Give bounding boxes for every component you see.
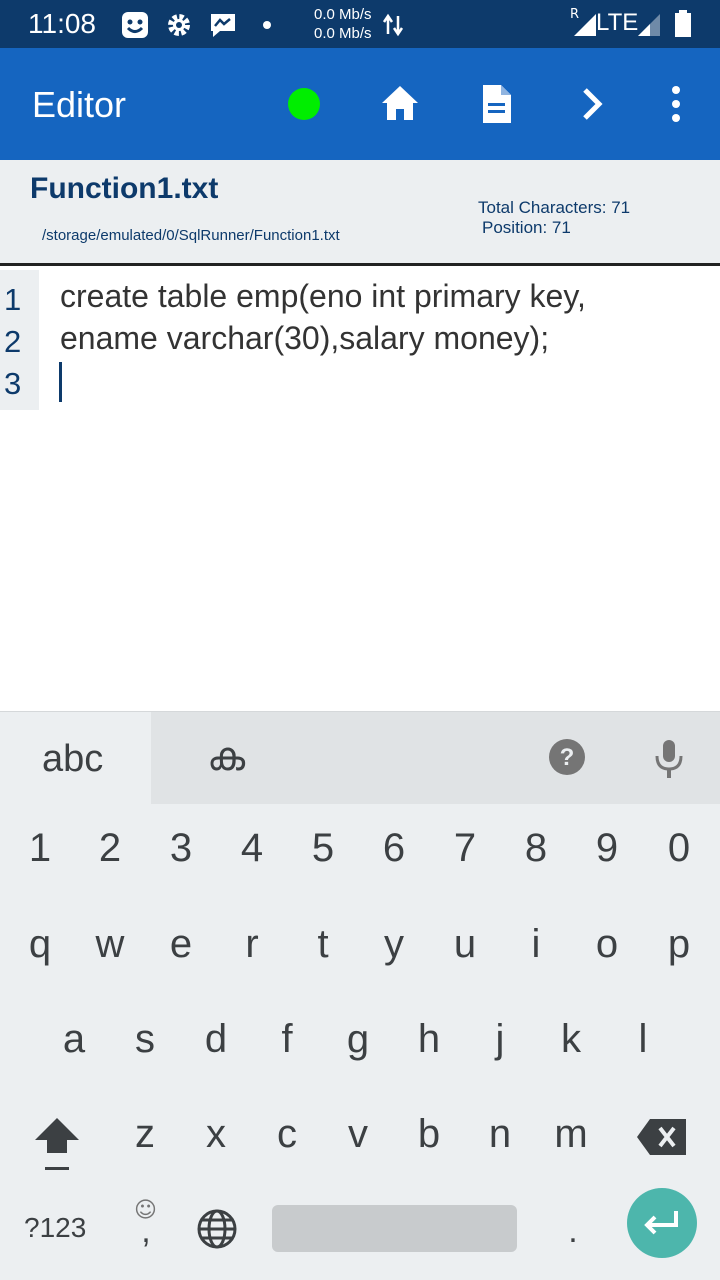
key[interactable]: 4	[222, 826, 282, 871]
key[interactable]: b	[399, 1112, 459, 1157]
connection-status-indicator	[288, 88, 320, 120]
cursor-position: Position: 71	[482, 218, 571, 237]
key[interactable]: p	[649, 922, 709, 967]
app-bar: Editor	[0, 48, 720, 160]
line-number: 3	[4, 366, 22, 401]
total-characters: Total Characters: 71	[478, 198, 631, 217]
file-stats: Total Characters: 71 Position: 71	[478, 198, 630, 238]
file-path: /storage/emulated/0/SqlRunner/Function1.…	[42, 227, 340, 244]
tab-abc-label: abc	[42, 738, 104, 780]
key[interactable]: 7	[435, 826, 495, 871]
face-app-icon	[122, 12, 148, 38]
file-header: Function1.txt /storage/emulated/0/SqlRun…	[0, 160, 720, 266]
key[interactable]: f	[257, 1017, 317, 1062]
key[interactable]: g	[328, 1017, 388, 1062]
microphone-icon[interactable]	[652, 738, 686, 780]
line-number: 1	[4, 282, 22, 317]
key[interactable]: j	[470, 1017, 530, 1062]
code-line[interactable]: ename varchar(30),salary money);	[60, 320, 549, 357]
clock: 11:08	[28, 8, 96, 39]
upload-speed: 0.0 Mb/s	[314, 6, 372, 23]
key[interactable]: y	[364, 922, 424, 967]
key[interactable]: 0	[649, 826, 709, 871]
messenger-icon	[211, 14, 235, 37]
key[interactable]: d	[186, 1017, 246, 1062]
comma-key[interactable]: ,	[116, 1212, 176, 1251]
key[interactable]: 8	[506, 826, 566, 871]
more-vert-icon[interactable]	[654, 82, 698, 126]
enter-icon	[644, 1211, 678, 1235]
battery-icon	[675, 10, 691, 37]
symbols-key[interactable]: ?123	[24, 1212, 86, 1244]
tab-malayalam[interactable]: ക	[207, 734, 245, 780]
status-bar: 11:08 0.0 Mb/s 0.0 Mb/s R LTE	[0, 0, 720, 48]
key[interactable]: v	[328, 1112, 388, 1157]
key[interactable]: 3	[151, 826, 211, 871]
chevron-right-icon[interactable]	[570, 82, 614, 126]
key[interactable]: a	[44, 1017, 104, 1062]
network-speed: 0.0 Mb/s 0.0 Mb/s	[314, 5, 372, 43]
globe-icon[interactable]	[196, 1208, 238, 1250]
key[interactable]: n	[470, 1112, 530, 1157]
soft-keyboard: abc ക ? 1 2 3 4 5 6 7 8 9 0 q w e r t y …	[0, 711, 720, 1280]
key[interactable]: 6	[364, 826, 424, 871]
key[interactable]: x	[186, 1112, 246, 1157]
key[interactable]: u	[435, 922, 495, 967]
space-bar[interactable]	[272, 1205, 517, 1252]
key[interactable]: q	[10, 922, 70, 967]
key[interactable]: m	[541, 1112, 601, 1157]
key[interactable]: 1	[10, 826, 70, 871]
download-speed: 0.0 Mb/s	[314, 25, 372, 42]
text-cursor	[59, 362, 62, 402]
signal-icon	[574, 14, 596, 36]
key[interactable]: i	[506, 922, 566, 967]
network-type: LTE	[596, 9, 639, 36]
file-name: Function1.txt	[30, 172, 219, 205]
key[interactable]: z	[115, 1112, 175, 1157]
key[interactable]: 5	[293, 826, 353, 871]
signal-bars-icon	[638, 14, 660, 36]
document-icon[interactable]	[474, 82, 518, 126]
notification-dot-icon	[263, 21, 271, 29]
key[interactable]: t	[293, 922, 353, 967]
code-line[interactable]: create table emp(eno int primary key,	[60, 278, 586, 315]
shift-icon[interactable]	[32, 1115, 82, 1173]
key[interactable]: o	[577, 922, 637, 967]
backspace-icon[interactable]	[636, 1117, 688, 1157]
key[interactable]: k	[541, 1017, 601, 1062]
period-key[interactable]: .	[543, 1212, 603, 1251]
key[interactable]: 9	[577, 826, 637, 871]
key[interactable]: e	[151, 922, 211, 967]
key[interactable]: l	[613, 1017, 673, 1062]
svg-text:?: ?	[560, 744, 575, 771]
app-title: Editor	[32, 84, 127, 125]
data-arrows-icon	[382, 13, 404, 37]
key[interactable]: r	[222, 922, 282, 967]
key[interactable]: h	[399, 1017, 459, 1062]
tab-abc[interactable]: abc	[0, 712, 151, 804]
line-number: 2	[4, 324, 22, 359]
key[interactable]: s	[115, 1017, 175, 1062]
key[interactable]: c	[257, 1112, 317, 1157]
enter-key[interactable]	[627, 1188, 697, 1258]
key[interactable]: 2	[80, 826, 140, 871]
settings-icon	[168, 14, 190, 36]
help-icon[interactable]: ?	[548, 738, 586, 776]
home-icon[interactable]	[378, 82, 422, 126]
key[interactable]: w	[80, 922, 140, 967]
